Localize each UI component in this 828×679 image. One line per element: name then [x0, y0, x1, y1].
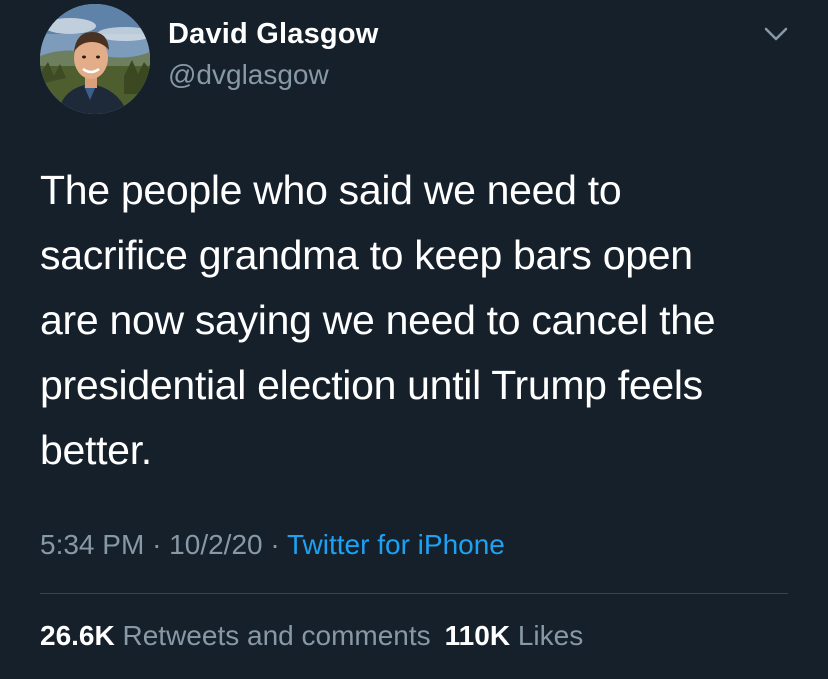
tweet-detail: David Glasgow @dvglasgow The people who … — [0, 0, 828, 679]
retweets-label: Retweets and comments — [122, 620, 431, 651]
meta-separator: · — [152, 529, 162, 560]
tweet-time[interactable]: 5:34 PM — [40, 529, 144, 560]
tweet-source-link[interactable]: Twitter for iPhone — [287, 529, 505, 560]
profile-photo-icon — [40, 4, 150, 114]
avatar[interactable] — [40, 4, 150, 114]
likes-count: 110K — [444, 620, 511, 651]
display-name[interactable]: David Glasgow — [168, 18, 379, 51]
likes-label: Likes — [517, 620, 584, 651]
chevron-down-icon — [764, 27, 788, 41]
meta-separator: · — [270, 529, 280, 560]
likes-stat[interactable]: 110K Likes — [445, 620, 584, 651]
tweet-stats: 26.6K Retweets and comments 110K Likes — [40, 620, 583, 652]
user-handle[interactable]: @dvglasgow — [168, 59, 329, 91]
divider — [40, 593, 788, 594]
tweet-menu-button[interactable] — [760, 22, 792, 46]
retweets-count: 26.6K — [40, 620, 115, 651]
retweets-stat[interactable]: 26.6K Retweets and comments — [40, 620, 431, 651]
tweet-meta: 5:34 PM · 10/2/20 · Twitter for iPhone — [40, 529, 505, 561]
tweet-text: The people who said we need to sacrifice… — [40, 167, 716, 473]
tweet-date[interactable]: 10/2/20 — [169, 529, 262, 560]
